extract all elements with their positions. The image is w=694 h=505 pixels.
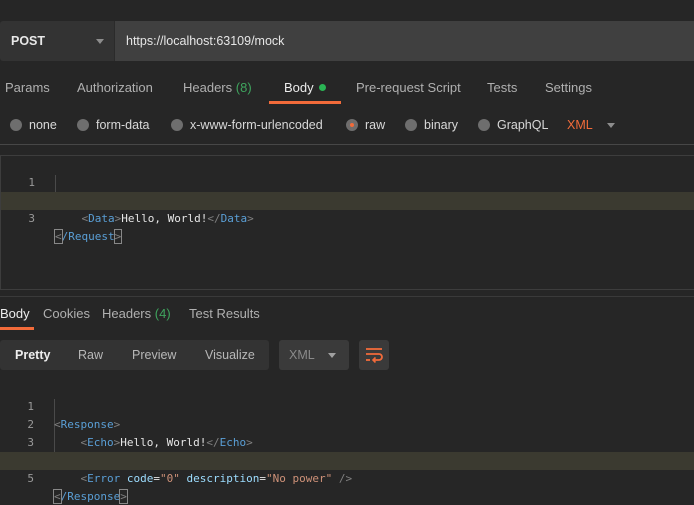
xml-text: Hello, World!	[121, 212, 208, 225]
tab-label: Headers	[102, 306, 152, 321]
tab-label: Tests	[487, 80, 518, 95]
radio-circle-icon	[405, 119, 417, 131]
tab-pre-request-script[interactable]: Pre-request Script	[356, 74, 461, 104]
line-number: 5	[27, 472, 34, 485]
mode-raw[interactable]: Raw	[78, 340, 103, 370]
code-line: 1 <Response>	[0, 380, 694, 431]
code-line: 2 <Data>Hello, World!</Data>	[1, 174, 694, 225]
tab-label: Settings	[545, 80, 592, 95]
radio-label: raw	[365, 118, 386, 132]
radio-circle-icon	[171, 119, 183, 131]
tab-label: Cookies	[43, 306, 90, 321]
body-modified-dot-icon	[318, 84, 326, 91]
radio-circle-icon	[77, 119, 89, 131]
radio-none[interactable]: none	[10, 113, 57, 137]
chevron-down-icon	[606, 122, 615, 128]
tab-label: Body	[284, 80, 314, 95]
tab-headers[interactable]: Headers (8)	[183, 74, 252, 104]
format-label: XML	[289, 348, 315, 362]
response-tabs: Body Cookies Headers (4) Test Results	[0, 300, 694, 330]
code-line: 3 <Data>Answer</Data>	[0, 416, 694, 467]
response-view-modes: Pretty Raw Preview Visualize	[0, 340, 269, 370]
radio-label: none	[29, 118, 57, 132]
radio-binary[interactable]: binary	[405, 113, 458, 137]
response-format-select[interactable]: XML	[279, 340, 349, 370]
radio-label: GraphQL	[497, 118, 549, 132]
radio-selected-icon	[346, 119, 358, 131]
mode-pretty[interactable]: Pretty	[15, 340, 50, 370]
request-body-editor[interactable]: 1 <Request> 2 <Data>Hello, World!</Data>…	[0, 155, 694, 290]
radio-label: form-data	[96, 118, 150, 132]
body-language-select[interactable]: XML	[567, 113, 615, 137]
xml-attribute: description	[186, 472, 260, 485]
tab-label: Headers	[183, 80, 233, 95]
tab-response-headers[interactable]: Headers (4)	[102, 300, 171, 330]
code-line: 4 <Error code="0" description="No power"…	[0, 434, 694, 485]
method-label: POST	[11, 34, 46, 48]
tab-cookies[interactable]: Cookies	[43, 300, 90, 330]
mode-preview[interactable]: Preview	[132, 340, 176, 370]
code-line: 2 <Echo>Hello, World!</Echo>	[0, 398, 694, 449]
tab-test-results[interactable]: Test Results	[189, 300, 260, 330]
xml-tag: Data	[88, 212, 115, 225]
code-line-current: 5 </Response>	[0, 452, 694, 504]
chevron-down-icon	[328, 353, 336, 358]
radio-x-www-form-urlencoded[interactable]: x-www-form-urlencoded	[171, 113, 323, 137]
code-line-current: 3 </Request>	[1, 192, 694, 244]
active-tab-underline	[269, 101, 341, 104]
wrap-lines-button[interactable]	[359, 340, 389, 370]
request-tabs: Params Authorization Headers (8) Body Pr…	[0, 74, 694, 104]
chevron-down-icon	[96, 39, 104, 44]
line-number: 3	[28, 212, 35, 225]
divider	[0, 144, 694, 145]
radio-label: binary	[424, 118, 459, 132]
tab-label: Body	[0, 306, 30, 321]
radio-raw[interactable]: raw	[346, 113, 385, 137]
radio-form-data[interactable]: form-data	[77, 113, 150, 137]
radio-label: x-www-form-urlencoded	[190, 118, 323, 132]
url-input[interactable]: https://localhost:63109/mock	[115, 21, 694, 61]
tab-authorization[interactable]: Authorization	[77, 74, 153, 104]
tab-label: Pre-request Script	[356, 80, 461, 95]
xml-attribute-value: "0"	[160, 472, 180, 485]
tab-response-body[interactable]: Body	[0, 300, 30, 330]
response-body-viewer[interactable]: 1 <Response> 2 <Echo>Hello, World!</Echo…	[0, 380, 694, 504]
code-line: 1 <Request>	[1, 156, 694, 207]
radio-circle-icon	[10, 119, 22, 131]
language-label: XML	[567, 118, 593, 132]
tab-label: Params	[5, 80, 50, 95]
xml-tag: Error	[87, 472, 121, 485]
url-bar: POST https://localhost:63109/mock	[0, 21, 694, 61]
divider	[0, 296, 694, 297]
tab-label: Authorization	[77, 80, 153, 95]
radio-circle-icon	[478, 119, 490, 131]
tab-label: Test Results	[189, 306, 260, 321]
xml-tag: /Request	[61, 230, 115, 243]
xml-tag: Data	[220, 212, 248, 225]
body-type-options: none form-data x-www-form-urlencoded raw…	[0, 113, 694, 137]
xml-tag: /Response	[60, 490, 121, 503]
headers-count-badge: (8)	[235, 80, 252, 95]
radio-graphql[interactable]: GraphQL	[478, 113, 548, 137]
method-select[interactable]: POST	[0, 21, 115, 61]
xml-attribute-value: "No power"	[265, 472, 333, 485]
tab-tests[interactable]: Tests	[487, 74, 517, 104]
mode-visualize[interactable]: Visualize	[205, 340, 255, 370]
active-tab-underline	[0, 327, 34, 330]
wrap-lines-icon	[366, 348, 383, 363]
tab-settings[interactable]: Settings	[545, 74, 592, 104]
xml-attribute: code	[126, 472, 154, 485]
tab-params[interactable]: Params	[5, 74, 50, 104]
tab-body[interactable]: Body	[284, 74, 326, 104]
headers-count-badge: (4)	[154, 306, 171, 321]
